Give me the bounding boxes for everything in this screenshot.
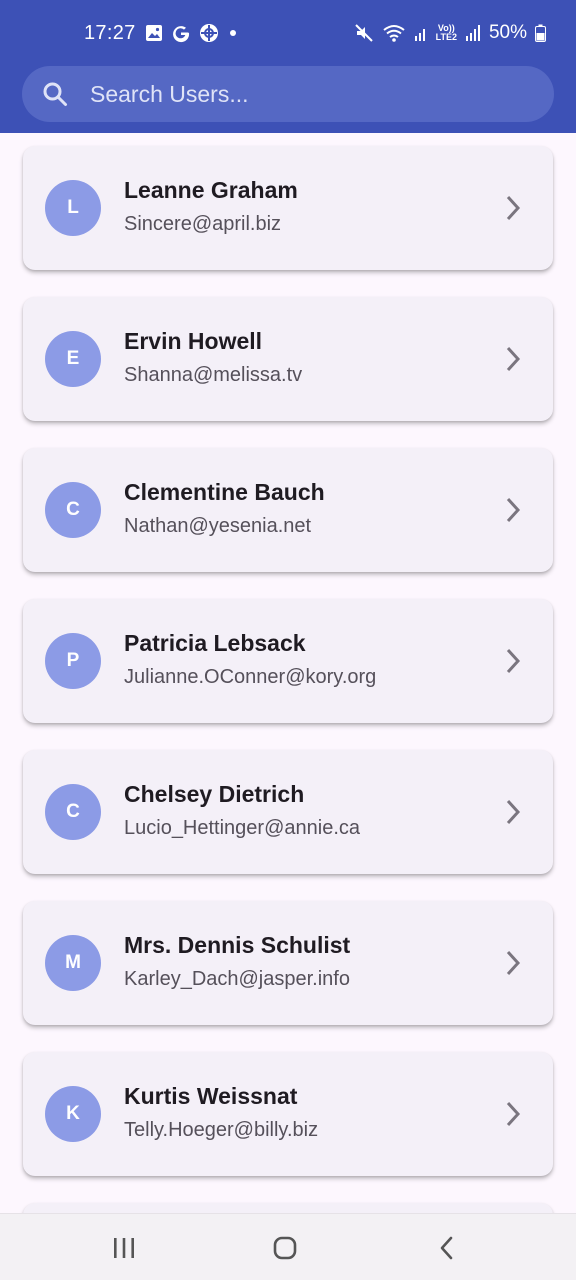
user-email: Lucio_Hettinger@annie.ca: [124, 817, 361, 839]
signal-icon: [465, 24, 481, 42]
avatar: K: [45, 1086, 101, 1142]
list-item[interactable]: M Mrs. Dennis Schulist Karley_Dach@jaspe…: [23, 901, 553, 1025]
chevron-right-icon: [499, 1099, 527, 1129]
app-header: 17:27 Vo)) LTE2 50% Search Users...: [0, 0, 576, 133]
search-input[interactable]: [90, 74, 530, 114]
system-navigation-bar: [0, 1213, 576, 1280]
user-name: Patricia Lebsack: [124, 630, 306, 656]
user-email: Karley_Dach@jasper.info: [124, 968, 350, 990]
chevron-right-icon: [499, 495, 527, 525]
search-icon[interactable]: [42, 81, 68, 107]
user-name: Leanne Graham: [124, 177, 298, 203]
user-name: Kurtis Weissnat: [124, 1083, 298, 1109]
list-item[interactable]: P Patricia Lebsack Julianne.OConner@kory…: [23, 599, 553, 723]
chevron-right-icon: [499, 344, 527, 374]
avatar: C: [45, 482, 101, 538]
list-item[interactable]: E Ervin Howell Shanna@melissa.tv: [23, 297, 553, 421]
home-icon[interactable]: [265, 1232, 305, 1264]
status-bar: 17:27 Vo)) LTE2 50%: [0, 0, 576, 66]
avatar: E: [45, 331, 101, 387]
avatar: P: [45, 633, 101, 689]
user-name: Ervin Howell: [124, 328, 263, 354]
screen: 17:27 Vo)) LTE2 50% Search Users... L Le…: [0, 0, 576, 1280]
avatar: M: [45, 935, 101, 991]
user-email: Shanna@melissa.tv: [124, 364, 303, 386]
chevron-right-icon: [499, 948, 527, 978]
back-icon[interactable]: [427, 1232, 467, 1264]
user-email: Sincere@april.biz: [124, 213, 282, 235]
app-icon: [199, 23, 219, 43]
volte-label-bottom: LTE2: [435, 32, 457, 42]
list-item-partial[interactable]: [23, 1203, 553, 1213]
user-list: L Leanne Graham Sincere@april.biz E Ervi…: [0, 133, 576, 1213]
battery-percent: 50%: [488, 22, 527, 43]
status-time: 17:27: [84, 22, 136, 44]
user-name: Chelsey Dietrich: [124, 781, 305, 807]
gallery-icon: [145, 24, 163, 42]
status-system-icons: Vo)) LTE2 50%: [354, 22, 546, 44]
mute-icon: [354, 23, 374, 43]
user-email: Nathan@yesenia.net: [124, 515, 312, 537]
user-name: Mrs. Dennis Schulist: [124, 932, 351, 958]
wifi-icon: [382, 23, 406, 43]
user-email: Telly.Hoeger@billy.biz: [124, 1119, 319, 1141]
list-item[interactable]: K Kurtis Weissnat Telly.Hoeger@billy.biz: [23, 1052, 553, 1176]
chevron-right-icon: [499, 797, 527, 827]
google-icon: [171, 23, 191, 43]
recent-apps-icon[interactable]: [104, 1232, 144, 1264]
user-email: Julianne.OConner@kory.org: [124, 666, 377, 688]
avatar: C: [45, 784, 101, 840]
signal-icon: [414, 24, 428, 42]
status-notification-icons: [145, 23, 239, 43]
list-item[interactable]: L Leanne Graham Sincere@april.biz: [23, 146, 553, 270]
list-item[interactable]: C Chelsey Dietrich Lucio_Hettinger@annie…: [23, 750, 553, 874]
avatar: L: [45, 180, 101, 236]
battery-icon: [535, 24, 546, 42]
dot-icon: [227, 27, 239, 39]
chevron-right-icon: [499, 646, 527, 676]
chevron-right-icon: [499, 193, 527, 223]
list-item[interactable]: C Clementine Bauch Nathan@yesenia.net: [23, 448, 553, 572]
user-name: Clementine Bauch: [124, 479, 325, 505]
volte-icon: Vo)) LTE2: [436, 24, 457, 42]
search-bar[interactable]: [22, 66, 554, 122]
